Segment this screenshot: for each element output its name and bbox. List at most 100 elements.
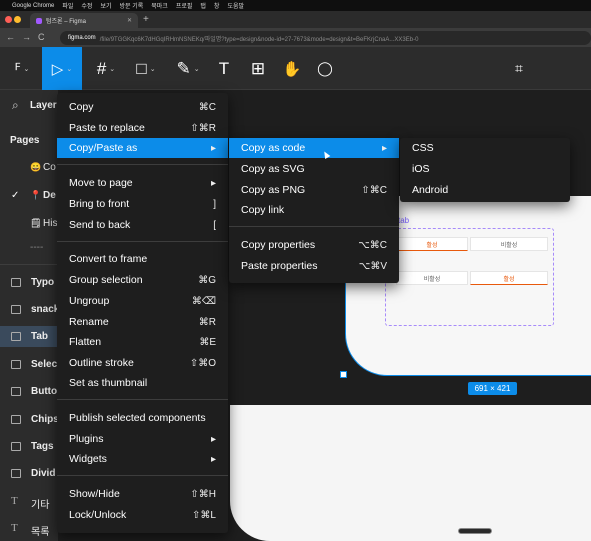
page-item-current[interactable]: De — [43, 190, 56, 201]
chevron-down-icon: ⌄ — [23, 65, 30, 73]
menubar-item-window[interactable]: 창 — [214, 1, 220, 10]
page-item[interactable]: Co — [43, 162, 56, 173]
menu-item-android[interactable]: Android — [400, 180, 570, 200]
menu-item-set-as-thumbnail[interactable]: Set as thumbnail — [57, 373, 228, 393]
frame-label[interactable]: tab — [398, 216, 409, 225]
menu-item-move-to-page[interactable]: Move to page ▸ — [57, 173, 228, 193]
menu-item-flatten[interactable]: Flatten ⌘E — [57, 332, 228, 352]
menu-item-copy-link[interactable]: Copy link — [229, 200, 399, 220]
tab-chip-active[interactable]: 활성 — [470, 271, 548, 285]
back-arrow-icon[interactable]: ← — [6, 32, 15, 42]
layer-item[interactable]: 기타 — [31, 496, 49, 511]
frame-tool-button[interactable]: # ⌄ — [88, 47, 124, 90]
menu-item-lock-unlock[interactable]: Lock/Unlock ⇧⌘L — [57, 505, 228, 525]
menu-item-ungroup[interactable]: Ungroup ⌘⌫ — [57, 291, 228, 311]
layer-item[interactable]: Divid — [31, 468, 55, 479]
menu-item-plugins[interactable]: Plugins ▸ — [57, 429, 228, 449]
comment-tool-button[interactable]: ◯ — [311, 47, 339, 90]
layer-item[interactable]: Chips — [31, 414, 59, 425]
layer-item[interactable]: Selec — [31, 359, 57, 370]
tab-chip-inactive[interactable]: 비활성 — [396, 271, 468, 285]
layers-tab[interactable]: Layer — [30, 100, 57, 111]
menubar-item-help[interactable]: 도움말 — [227, 1, 244, 10]
tab-chip-active[interactable]: 활성 — [396, 237, 468, 251]
resources-button[interactable]: ⊞ — [244, 47, 272, 90]
canvas-scrollbar[interactable] — [458, 528, 492, 534]
menubar-item-profiles[interactable]: 프로필 — [176, 1, 193, 10]
text-tool-button[interactable]: T — [210, 47, 238, 90]
new-tab-button[interactable]: + — [143, 14, 149, 25]
menubar-item-edit[interactable]: 수정 — [81, 1, 92, 10]
layer-item[interactable]: 목록 — [31, 523, 49, 538]
figma-logo-icon: ꟳ — [14, 60, 21, 79]
forward-arrow-icon[interactable]: → — [22, 32, 31, 42]
dev-mode-button[interactable]: ⌗ — [505, 47, 533, 90]
frame-layer-icon — [11, 278, 21, 287]
reload-icon[interactable]: C — [38, 32, 45, 42]
menu-item-css[interactable]: CSS — [400, 138, 570, 158]
tab-component-set[interactable]: 활성 비활성 비활성 활성 — [385, 228, 554, 326]
menu-item-paste-properties[interactable]: Paste properties ⌥⌘V — [229, 256, 399, 276]
page-item[interactable]: His — [43, 218, 57, 229]
layer-selected-highlight — [0, 326, 58, 347]
menu-item-rename[interactable]: Rename ⌘R — [57, 312, 228, 332]
menu-item-show-hide[interactable]: Show/Hide ⇧⌘H — [57, 484, 228, 504]
shape-tool-button[interactable]: □ ⌄ — [128, 47, 164, 90]
menu-item-label: Flatten — [69, 336, 102, 348]
menu-item-copy[interactable]: Copy ⌘C — [57, 97, 228, 117]
menu-item-widgets[interactable]: Widgets ▸ — [57, 449, 228, 469]
menu-item-shortcut: ] — [213, 198, 216, 210]
minimize-window-icon[interactable] — [14, 16, 21, 23]
menu-item-paste-to-replace[interactable]: Paste to replace ⇧⌘R — [57, 118, 228, 138]
pen-tool-button[interactable]: ✎ ⌄ — [170, 47, 206, 90]
page-divider: ---- — [30, 242, 44, 253]
menubar-item-file[interactable]: 파일 — [62, 1, 73, 10]
search-icon[interactable]: ⌕ — [12, 98, 19, 113]
menu-item-label: Widgets — [69, 453, 107, 465]
figma-toolbar: ꟳ ⌄ ▷ ⌄ # ⌄ □ ⌄ ✎ ⌄ T ⊞ ✋ ◯ ⌗ — [0, 47, 591, 90]
main-menu-button[interactable]: ꟳ ⌄ — [4, 47, 40, 90]
menu-item-copy-paste-as[interactable]: Copy/Paste as ▸ — [57, 138, 228, 158]
browser-address-row: ← → C figma.com/file/9TGGKqc6K7dHGqIRHmN… — [0, 28, 591, 47]
menubar-item-bookmarks[interactable]: 북마크 — [151, 1, 168, 10]
menu-item-outline-stroke[interactable]: Outline stroke ⇧⌘O — [57, 353, 228, 373]
menubar-item-history[interactable]: 방문 기록 — [120, 1, 144, 10]
menu-item-copy-as-code[interactable]: Copy as code ▸ — [229, 138, 399, 158]
copy-paste-as-submenu: Copy as code ▸ Copy as SVG Copy as PNG ⇧⌘C… — [229, 138, 399, 283]
menu-item-label: Paste to replace — [69, 122, 145, 134]
menu-item-ios[interactable]: iOS — [400, 159, 570, 179]
menu-item-label: Publish selected components — [69, 412, 206, 424]
layer-item[interactable]: Butto — [31, 386, 57, 397]
menu-item-copy-properties[interactable]: Copy properties ⌥⌘C — [229, 235, 399, 255]
menu-item-publish-selected-components[interactable]: Publish selected components — [57, 408, 228, 428]
chevron-down-icon: ⌄ — [193, 65, 200, 73]
browser-tab[interactable]: 텀즈론 – Figma ✕ — [30, 13, 138, 28]
rectangle-icon: □ — [136, 58, 147, 78]
canvas-frame-lower[interactable] — [230, 405, 591, 541]
tab-chip-inactive[interactable]: 비활성 — [470, 237, 548, 251]
menu-item-label: Lock/Unlock — [69, 509, 127, 521]
close-tab-icon[interactable]: ✕ — [127, 17, 132, 24]
menu-item-group-selection[interactable]: Group selection ⌘G — [57, 270, 228, 290]
menu-item-copy-as-svg[interactable]: Copy as SVG — [229, 159, 399, 179]
layer-item[interactable]: Tags — [31, 441, 54, 452]
menu-item-label: Rename — [69, 316, 109, 328]
menu-item-label: Copy as PNG — [241, 184, 306, 196]
menu-item-send-to-back[interactable]: Send to back [ — [57, 215, 228, 235]
layer-item[interactable]: snack — [31, 304, 59, 315]
menu-item-label: Copy as code — [241, 142, 306, 154]
layer-item[interactable]: Typo — [31, 277, 54, 288]
move-tool-button[interactable]: ▷ ⌄ — [42, 47, 82, 90]
menu-item-bring-to-front[interactable]: Bring to front] — [57, 194, 228, 214]
menubar-item-tab[interactable]: 탭 — [200, 1, 206, 10]
menubar-item-app[interactable]: Google Chrome — [12, 3, 54, 9]
menu-item-copy-as-png[interactable]: Copy as PNG ⇧⌘C — [229, 180, 399, 200]
url-bar[interactable]: figma.com/file/9TGGKqc6K7dHGqIRHmNSNEKq/… — [60, 31, 591, 45]
layer-item-selected[interactable]: Tab — [31, 331, 48, 342]
hand-tool-button[interactable]: ✋ — [278, 47, 306, 90]
menubar-item-view[interactable]: 보기 — [100, 1, 111, 10]
resize-handle[interactable] — [340, 371, 347, 378]
hand-icon: ✋ — [282, 60, 302, 78]
menu-item-convert-to-frame[interactable]: Convert to frame — [57, 249, 228, 269]
close-window-icon[interactable] — [5, 16, 12, 23]
